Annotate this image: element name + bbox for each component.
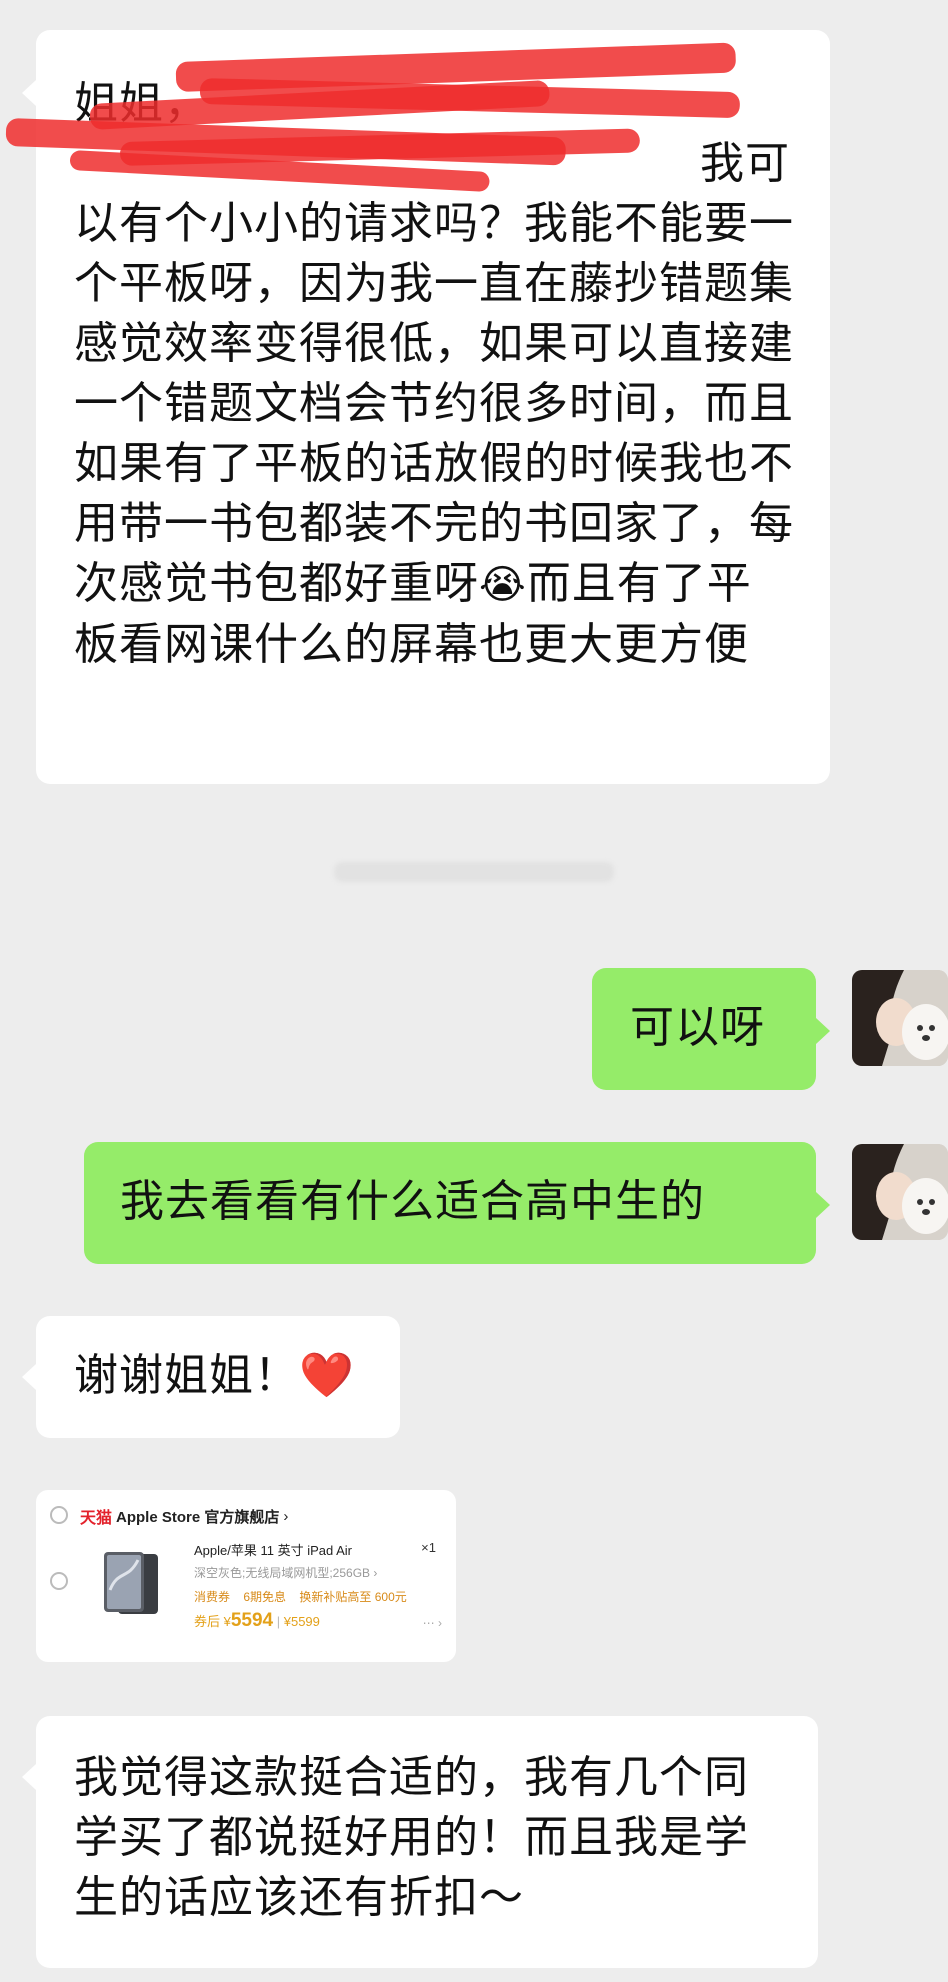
message-text: 可以呀 bbox=[630, 1002, 765, 1053]
price-row: 券后 ¥5594 | ¥5599 bbox=[194, 1610, 320, 1632]
message-text: 谢谢姐姐！ bbox=[74, 1350, 299, 1401]
promo-tag: 换新补贴高至 600元 bbox=[299, 1590, 407, 1604]
store-select-radio[interactable] bbox=[50, 1506, 68, 1524]
message-text: 我去看看有什么适合高中生的 bbox=[120, 1176, 705, 1227]
chevron-right-icon: › bbox=[283, 1507, 289, 1525]
crying-emoji-icon: 😭 bbox=[479, 562, 527, 608]
item-select-radio[interactable] bbox=[50, 1572, 68, 1590]
message-bubble-incoming-2[interactable]: 谢谢姐姐！❤️ bbox=[36, 1316, 400, 1438]
message-bubble-incoming-3[interactable]: 我觉得这款挺合适的，我有几个同学买了都说挺好用的！而且我是学生的话应该还有折扣～ bbox=[36, 1716, 818, 1968]
bubble-tail-incoming bbox=[22, 1364, 36, 1390]
price-prefix: 券后 ¥ bbox=[194, 1614, 231, 1629]
bubble-tail-outgoing bbox=[816, 1018, 830, 1044]
bubble-tail-outgoing bbox=[816, 1192, 830, 1218]
message-bubble-outgoing-2[interactable]: 我去看看有什么适合高中生的 bbox=[84, 1142, 816, 1264]
avatar[interactable] bbox=[852, 970, 948, 1066]
message-bubble-outgoing-1[interactable]: 可以呀 bbox=[592, 968, 816, 1090]
store-name: Apple Store 官方旗舰店 bbox=[116, 1508, 280, 1526]
product-card[interactable]: 天猫 Apple Store 官方旗舰店 › Apple/苹果 11 英寸 iP… bbox=[36, 1490, 456, 1662]
blurred-timestamp bbox=[0, 860, 948, 888]
avatar[interactable] bbox=[852, 1144, 948, 1240]
promo-tag: 消费券 bbox=[194, 1590, 231, 1604]
product-quantity: ×1 bbox=[421, 1540, 436, 1555]
avatar-photo-icon bbox=[852, 1144, 948, 1240]
heart-emoji-icon: ❤️ bbox=[299, 1350, 355, 1401]
price-separator: | bbox=[273, 1614, 284, 1629]
price-original: ¥5599 bbox=[283, 1614, 320, 1629]
price-after-coupon: 5594 bbox=[230, 1610, 274, 1631]
message-fragment: 我可 bbox=[700, 138, 790, 189]
avatar-photo-icon bbox=[852, 970, 948, 1066]
message-text: 我觉得这款挺合适的，我有几个同学买了都说挺好用的！而且我是学生的话应该还有折扣～ bbox=[74, 1752, 749, 1923]
more-icon[interactable]: ⋯ › bbox=[423, 1616, 442, 1630]
ipad-product-image bbox=[104, 1552, 158, 1614]
bubble-tail-incoming bbox=[22, 1764, 36, 1790]
product-title: Apple/苹果 11 英寸 iPad Air bbox=[194, 1543, 352, 1558]
promo-tags: 消费券 6期免息 换新补贴高至 600元 bbox=[194, 1588, 417, 1605]
store-header[interactable]: 天猫 Apple Store 官方旗舰店 › bbox=[80, 1504, 288, 1528]
message-body: 以有个小小的请求吗？我能不能要一个平板呀，因为我一直在藤抄错题集感觉效率变得很低… bbox=[74, 194, 794, 675]
tmall-logo: 天猫 bbox=[80, 1510, 113, 1527]
promo-tag: 6期免息 bbox=[243, 1590, 287, 1604]
message-body-text: 以有个小小的请求吗？我能不能要一个平板呀，因为我一直在藤抄错题集感觉效率变得很低… bbox=[74, 198, 794, 609]
bubble-tail-incoming bbox=[22, 80, 36, 106]
product-variant[interactable]: 深空灰色;无线局域网机型;256GB › bbox=[194, 1564, 377, 1581]
